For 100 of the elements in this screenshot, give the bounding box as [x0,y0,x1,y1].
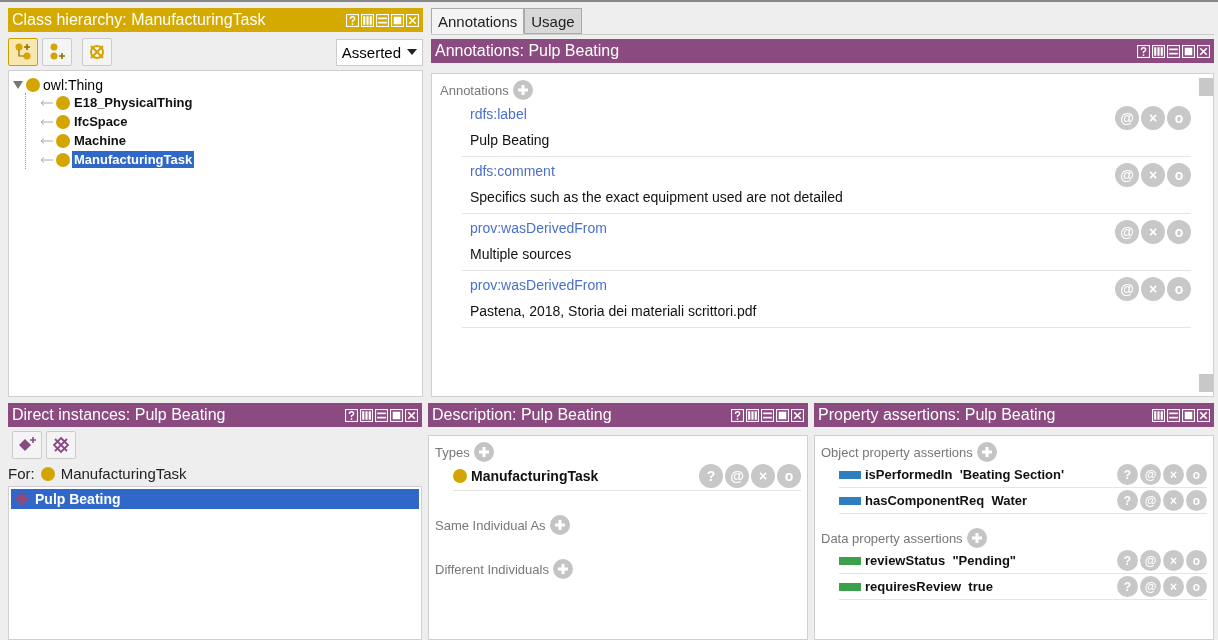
minimize-icon[interactable] [1167,408,1180,422]
panel-title: Annotations: Pulp Beating [435,42,621,60]
assertion-item: hasComponentReq Water [865,493,1029,508]
action-button[interactable]: @ [725,464,749,488]
minimize-icon[interactable] [1167,44,1180,58]
tree-item[interactable]: IfcSpace [72,113,130,130]
class-icon [26,78,40,92]
scroll-thumb[interactable] [1199,374,1213,392]
add-individual-button[interactable] [12,431,42,459]
close-icon[interactable] [1197,44,1210,58]
property-link[interactable]: rdfs:label [470,106,1115,122]
panel-title: Class hierarchy: ManufacturingTask [12,11,267,29]
action-button[interactable]: × [1141,277,1165,301]
action-button[interactable]: ? [1117,576,1138,597]
arrow-icon [40,155,54,164]
action-button[interactable]: @ [1140,464,1161,485]
delete-class-icon [87,42,107,62]
action-button[interactable]: ? [1117,490,1138,511]
minimize-icon[interactable] [761,408,774,422]
class-icon [453,469,467,483]
annotation-value: Pulp Beating [470,132,551,148]
section-label: Object property assertions [821,444,973,460]
arrow-icon [40,98,54,107]
tree-item[interactable]: E18_PhysicalThing [72,94,195,111]
help-icon[interactable] [731,408,744,422]
view-dropdown[interactable]: Asserted [335,38,423,66]
tab[interactable]: Annotations [431,8,525,34]
action-button[interactable]: × [1163,464,1184,485]
action-button[interactable]: @ [1115,163,1139,187]
maximize-icon[interactable] [390,408,403,422]
split-icon[interactable] [746,408,759,422]
delete-individual-icon [51,435,71,455]
property-link[interactable]: rdfs:comment [470,163,1115,179]
action-button[interactable]: @ [1115,277,1139,301]
maximize-icon[interactable] [776,408,789,422]
tree-item[interactable]: owl:Thing [43,77,103,93]
section-label: Different Individuals [435,561,549,577]
section-label: Same Individual As [435,517,546,533]
add-sibling-button[interactable] [42,38,72,66]
add-subclass-button[interactable] [8,38,38,66]
action-button[interactable]: ? [1117,464,1138,485]
section-label: Annotations [440,82,509,98]
property-link[interactable]: prov:wasDerivedFrom [470,220,1115,236]
action-button[interactable]: × [1141,106,1165,130]
action-button[interactable]: × [1163,576,1184,597]
annotation-value: Multiple sources [470,246,573,262]
panel-title: Direct instances: Pulp Beating [12,406,227,424]
tab[interactable]: Usage [524,8,582,34]
annotation-value: Specifics such as the exact equipment used are not detailed [470,189,844,205]
class-icon [56,114,70,129]
class-icon [56,133,70,148]
assertion-item: reviewStatus "Pending" [865,553,1018,568]
delete-individual-button[interactable] [46,431,76,459]
help-icon[interactable] [1137,44,1150,58]
close-icon[interactable] [405,408,418,422]
class-icon [40,466,55,481]
action-button[interactable]: @ [1115,220,1139,244]
individual-icon [15,492,29,506]
assertion-item: requiresReview true [865,579,994,594]
property-link[interactable]: prov:wasDerivedFrom [470,277,1115,293]
for-label: For: [8,465,35,482]
action-button[interactable]: × [1141,220,1165,244]
action-button[interactable]: @ [1140,576,1161,597]
section-label: Types [435,444,470,460]
action-button[interactable]: × [1141,163,1165,187]
tree-item[interactable]: Machine [72,132,128,149]
class-icon [56,152,70,167]
panel-title: Description: Pulp Beating [432,406,613,424]
annotation-value: Pastena, 2018, Storia dei materiali scrittori.pdf [470,303,758,319]
minimize-icon[interactable] [375,408,388,422]
split-icon[interactable] [1152,408,1165,422]
section-label: Data property assertions [821,530,963,546]
action-button[interactable]: ? [699,464,723,488]
split-icon[interactable] [1152,44,1165,58]
action-button[interactable]: @ [1140,490,1161,511]
scroll-thumb[interactable] [1199,78,1213,96]
action-button[interactable]: @ [1115,106,1139,130]
maximize-icon[interactable] [1182,44,1195,58]
subclass-icon [13,42,33,62]
assertion-item: isPerformedIn 'Beating Section' [865,467,1066,482]
caret-icon [407,49,417,55]
panel-title: Property assertions: Pulp Beating [818,406,1057,424]
action-button[interactable]: @ [1140,550,1161,571]
action-button[interactable]: ? [1117,550,1138,571]
instance-item[interactable]: Pulp Beating [11,489,419,509]
arrow-icon [40,117,54,126]
maximize-icon[interactable] [1182,408,1195,422]
help-icon[interactable] [345,408,358,422]
expand-icon[interactable] [13,80,23,90]
action-button[interactable]: × [751,464,775,488]
class-name: ManufacturingTask [60,465,187,482]
split-icon[interactable] [360,408,373,422]
close-icon[interactable] [1197,408,1210,422]
type-item: ManufacturingTask [471,468,600,484]
close-icon[interactable] [791,408,804,422]
arrow-icon [40,136,54,145]
tree-item[interactable]: ManufacturingTask [72,151,195,168]
action-button[interactable]: × [1163,490,1184,511]
action-button[interactable]: × [1163,550,1184,571]
class-icon [56,95,70,110]
